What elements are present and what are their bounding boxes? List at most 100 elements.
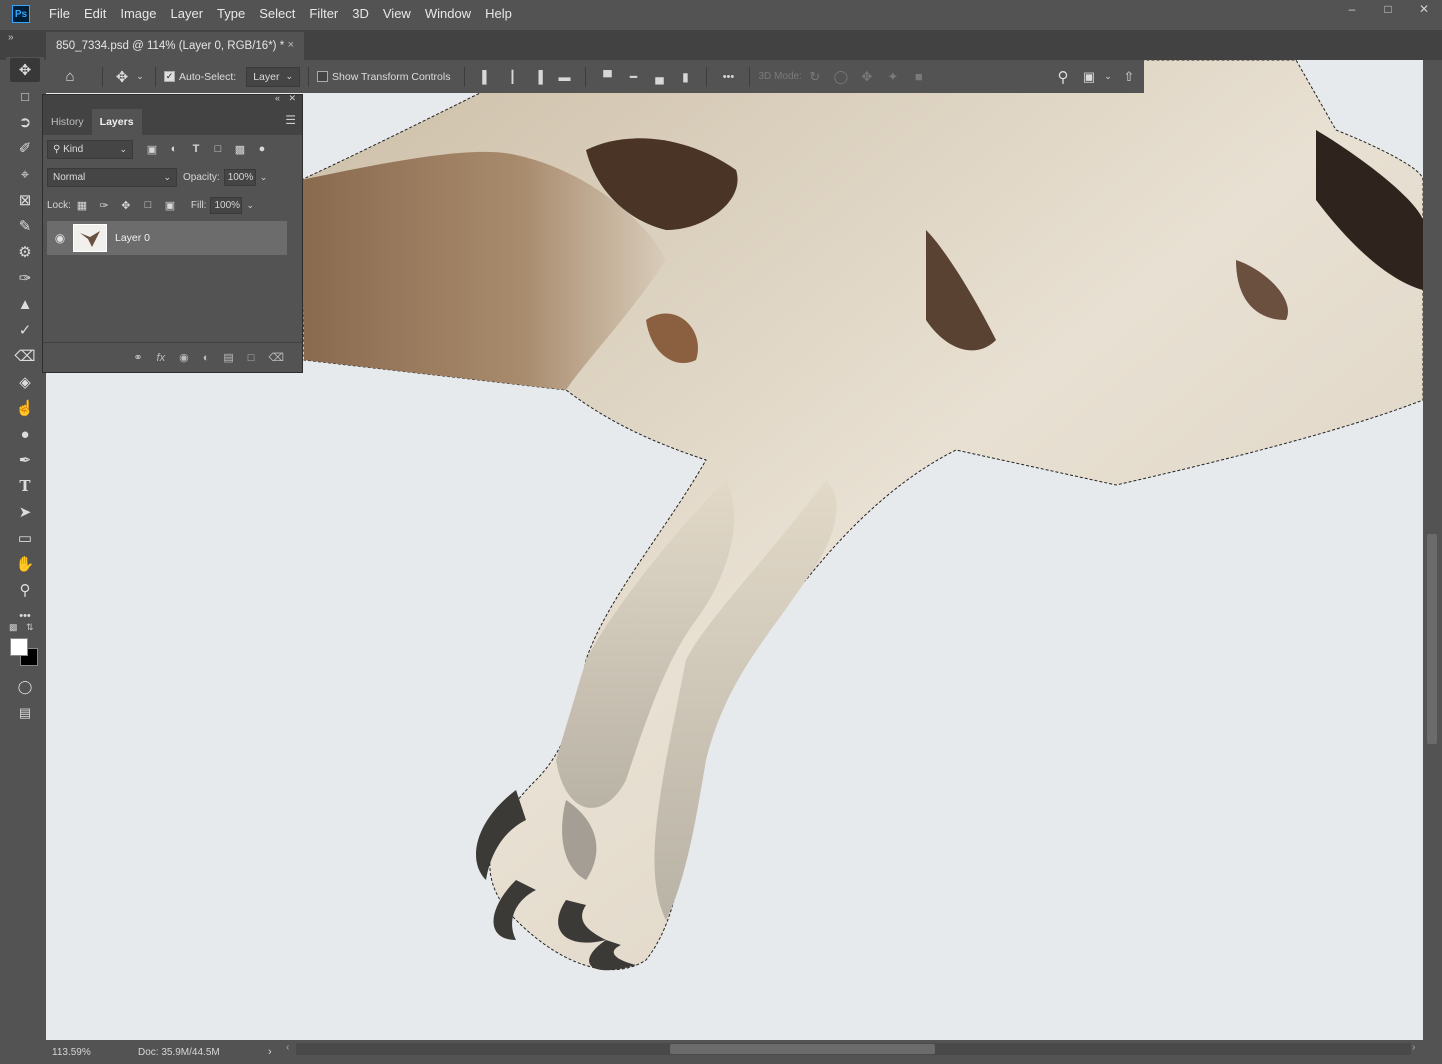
eraser-tool-icon[interactable]: ⌫ (10, 344, 40, 368)
menu-window[interactable]: Window (418, 0, 478, 28)
quick-select-tool-icon[interactable]: ✐ (10, 136, 40, 160)
smudge-tool-icon[interactable]: ☝ (10, 396, 40, 420)
rectangle-tool-icon[interactable]: ▭ (10, 526, 40, 550)
adjustment-layer-icon[interactable]: ◐ (203, 352, 210, 364)
filter-type-icon[interactable]: T (185, 143, 207, 155)
align-bottom-icon[interactable]: ▄ (646, 70, 672, 84)
lasso-tool-icon[interactable]: ➲ (10, 110, 40, 134)
vertical-scrollbar[interactable] (1423, 60, 1442, 1044)
dodge-tool-icon[interactable]: ● (10, 422, 40, 446)
close-tab-icon[interactable]: × (288, 39, 294, 51)
scroll-left-icon[interactable]: ‹ (286, 1042, 289, 1053)
maximize-button[interactable]: □ (1370, 0, 1406, 18)
filter-kind-dropdown[interactable]: ⚲ Kind ⌄ (47, 139, 133, 159)
align-right-icon[interactable]: ▐ (525, 70, 551, 84)
distribute-h-icon[interactable]: ▬ (551, 70, 577, 84)
menu-type[interactable]: Type (210, 0, 252, 28)
move-tool-icon[interactable]: ✥ (10, 58, 40, 82)
zoom-level[interactable]: 113.59% (52, 1047, 138, 1058)
status-menu-icon[interactable]: › (268, 1046, 272, 1058)
lock-position-icon[interactable]: ✥ (115, 199, 137, 212)
minimize-button[interactable]: – (1334, 0, 1370, 18)
add-mask-icon[interactable]: ◉ (179, 351, 189, 364)
panel-menu-icon[interactable]: ☰ (285, 113, 296, 127)
foreground-color-swatch[interactable] (10, 638, 28, 656)
close-window-button[interactable]: ✕ (1406, 0, 1442, 18)
filter-smart-object-icon[interactable]: ▩ (229, 143, 251, 156)
healing-brush-tool-icon[interactable]: ⚙ (10, 240, 40, 264)
delete-layer-icon[interactable]: ⌫ (268, 351, 284, 364)
collapse-panel-icon[interactable]: « (275, 93, 280, 103)
pen-tool-icon[interactable]: ✒ (10, 448, 40, 472)
lock-all-icon[interactable]: ▣ (159, 199, 181, 212)
filter-pixel-icon[interactable]: ▣ (141, 143, 163, 156)
share-icon[interactable]: ⇧ (1114, 69, 1144, 85)
swap-colors-icon[interactable]: ⇅ (26, 622, 34, 633)
menu-help[interactable]: Help (478, 0, 519, 28)
menu-view[interactable]: View (376, 0, 418, 28)
expand-panels-icon[interactable]: » (8, 32, 14, 43)
path-select-tool-icon[interactable]: ➤ (10, 500, 40, 524)
chevron-down-icon[interactable]: ⌄ (1102, 71, 1114, 82)
type-tool-icon[interactable]: T (10, 474, 40, 498)
zoom-tool-icon[interactable]: ⚲ (10, 578, 40, 602)
tab-layers[interactable]: Layers (91, 109, 142, 135)
chevron-down-icon[interactable]: ⌄ (260, 172, 268, 183)
3d-slide-icon[interactable]: ✦ (880, 69, 906, 85)
menu-file[interactable]: File (42, 0, 77, 28)
lock-pixels-icon[interactable]: ✑ (93, 199, 115, 212)
menu-image[interactable]: Image (113, 0, 163, 28)
menu-3d[interactable]: 3D (345, 0, 376, 28)
clone-stamp-tool-icon[interactable]: ▲ (10, 292, 40, 316)
distribute-v-icon[interactable]: ▮ (672, 70, 698, 84)
screen-mode-icon[interactable]: ▤ (10, 701, 40, 725)
3d-pan-icon[interactable]: ✥ (854, 69, 880, 85)
chevron-down-icon[interactable]: ⌄ (246, 200, 254, 211)
photoshop-logo-icon[interactable]: Ps (12, 5, 30, 23)
fx-icon[interactable]: fx (157, 352, 166, 364)
auto-select-target-dropdown[interactable]: Layer ⌄ (246, 66, 301, 87)
align-left-icon[interactable]: ▌ (473, 70, 499, 84)
frame-tool-icon[interactable]: ⊠ (10, 188, 40, 212)
quick-mask-icon[interactable]: ◯ (10, 675, 40, 699)
menu-edit[interactable]: Edit (77, 0, 113, 28)
new-layer-icon[interactable]: □ (248, 352, 255, 364)
tab-history[interactable]: History (43, 109, 92, 135)
layer-row[interactable]: ◉ Layer 0 (47, 221, 287, 255)
filter-toggle-icon[interactable]: ● (251, 143, 273, 155)
layer-name[interactable]: Layer 0 (115, 232, 150, 244)
close-panel-icon[interactable]: ✕ (288, 93, 296, 104)
eyedropper-tool-icon[interactable]: ✎ (10, 214, 40, 238)
document-tab[interactable]: 850_7334.psd @ 114% (Layer 0, RGB/16*) *… (46, 32, 304, 60)
3d-roll-icon[interactable]: ◯ (828, 69, 854, 85)
align-middle-v-icon[interactable]: ━ (620, 70, 646, 84)
hand-tool-icon[interactable]: ✋ (10, 552, 40, 576)
horizontal-scroll-thumb[interactable] (670, 1044, 935, 1054)
visibility-eye-icon[interactable]: ◉ (47, 231, 73, 245)
lock-transparency-icon[interactable]: ▦ (71, 199, 93, 212)
home-icon[interactable]: ⌂ (46, 68, 94, 85)
3d-scale-icon[interactable]: ■ (906, 69, 932, 84)
search-icon[interactable]: ⚲ (1050, 68, 1076, 86)
vertical-scroll-thumb[interactable] (1427, 534, 1437, 744)
align-top-icon[interactable]: ▀ (594, 70, 620, 84)
move-tool-preset-icon[interactable]: ✥ (111, 68, 133, 86)
workspace-icon[interactable]: ▣ (1076, 69, 1102, 85)
show-transform-checkbox[interactable] (317, 71, 329, 82)
chevron-down-icon[interactable]: ⌄ (133, 71, 147, 82)
new-group-icon[interactable]: ▤ (223, 351, 233, 364)
more-options-icon[interactable]: ••• (715, 71, 741, 83)
default-colors-icon[interactable]: ▩ (9, 622, 18, 633)
filter-shape-icon[interactable]: □ (207, 143, 229, 155)
link-layers-icon[interactable]: ⚭ (133, 351, 142, 364)
crop-tool-icon[interactable]: ⌖ (10, 162, 40, 186)
filter-adjustment-icon[interactable]: ◐ (163, 143, 185, 155)
lock-artboard-icon[interactable]: □ (137, 199, 159, 211)
history-brush-tool-icon[interactable]: ✓ (10, 318, 40, 342)
scroll-right-icon[interactable]: › (1412, 1042, 1415, 1053)
align-center-h-icon[interactable]: ┃ (499, 70, 525, 84)
3d-orbit-icon[interactable]: ↻ (802, 69, 828, 85)
brush-tool-icon[interactable]: ✑ (10, 266, 40, 290)
menu-layer[interactable]: Layer (164, 0, 211, 28)
paint-bucket-tool-icon[interactable]: ◈ (10, 370, 40, 394)
